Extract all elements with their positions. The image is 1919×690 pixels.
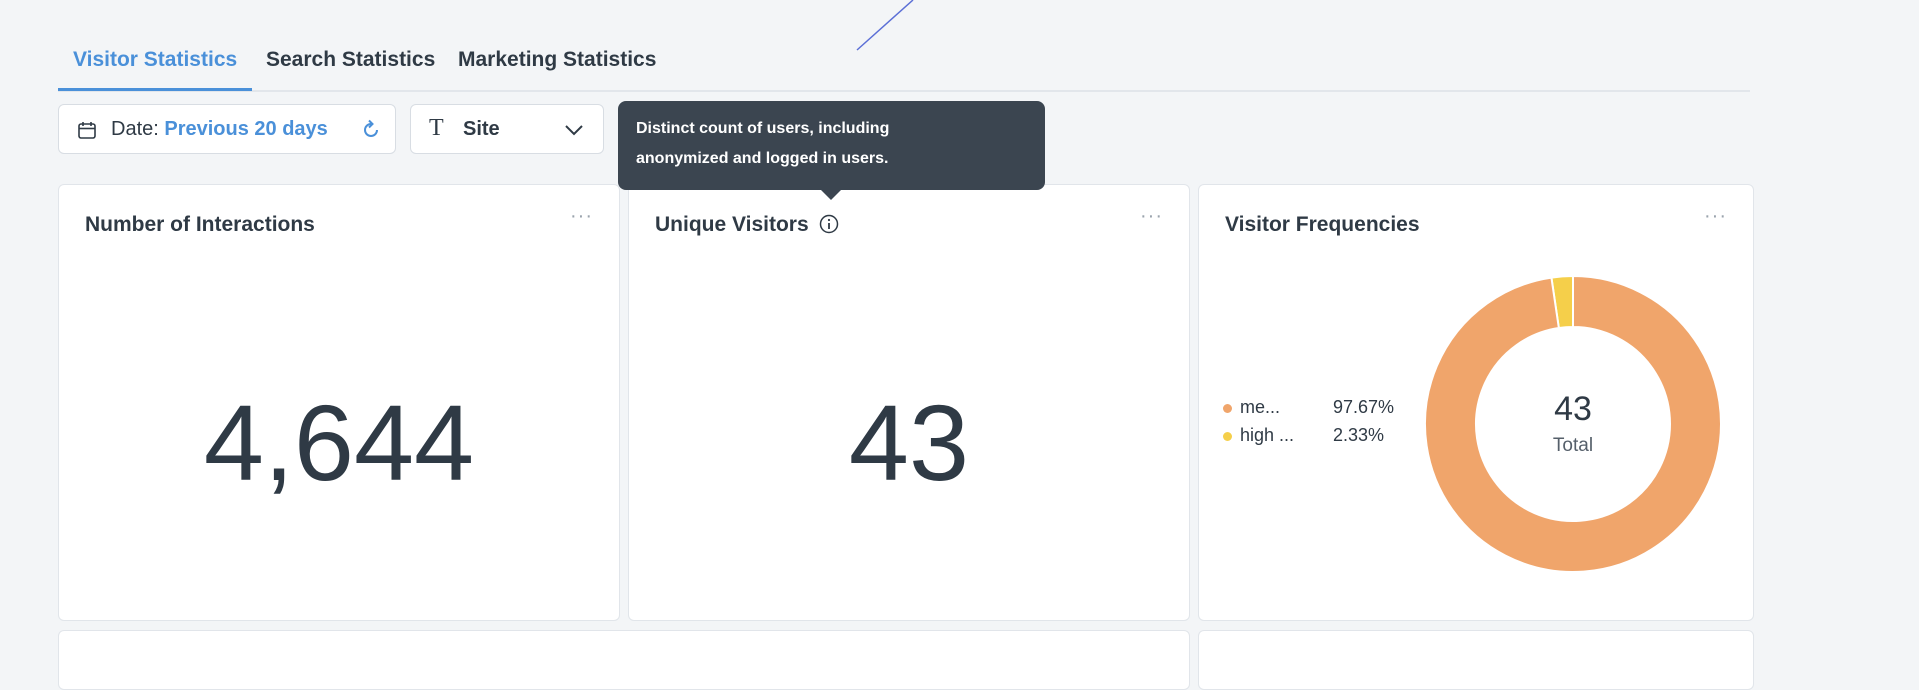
more-options-icon[interactable]: ··· — [1704, 205, 1727, 228]
unique-visitors-title: Unique Visitors — [655, 213, 839, 237]
bottom-card-right — [1198, 630, 1754, 690]
tab-marketing-statistics[interactable]: Marketing Statistics — [458, 48, 656, 72]
text-type-icon: T — [429, 115, 444, 141]
active-tab-indicator — [58, 88, 252, 91]
site-filter[interactable]: T Site — [410, 104, 604, 154]
tab-visitor-statistics[interactable]: Visitor Statistics — [73, 48, 237, 72]
site-filter-label: Site — [463, 118, 500, 140]
interactions-title: Number of Interactions — [85, 213, 315, 236]
interactions-card: Number of Interactions ··· 4,644 — [58, 184, 620, 621]
legend-label: high ... — [1240, 425, 1295, 445]
chevron-down-icon — [565, 125, 583, 136]
tab-search-statistics[interactable]: Search Statistics — [266, 48, 435, 72]
donut-total-value: 43 — [1554, 390, 1592, 428]
unique-visitors-card: Unique Visitors ··· 43 — [628, 184, 1190, 621]
legend-marker — [1223, 431, 1232, 441]
legend-label: me... — [1240, 397, 1281, 417]
more-options-icon[interactable]: ··· — [1140, 205, 1163, 228]
legend-marker — [1223, 403, 1232, 413]
date-filter-value: Previous 20 days — [164, 118, 328, 140]
statistics-tabs: Visitor Statistics Search Statistics Mar… — [58, 30, 1750, 92]
info-icon[interactable] — [819, 214, 839, 234]
legend-item-high: high ... 2.33% — [1223, 425, 1384, 446]
visitor-frequencies-title: Visitor Frequencies — [1225, 213, 1420, 236]
unique-visitors-tooltip: Distinct count of users, including anony… — [618, 101, 1045, 190]
legend-value: 2.33% — [1333, 425, 1385, 445]
legend-value: 97.67% — [1333, 397, 1395, 417]
date-filter-label: Date: — [111, 118, 165, 140]
donut-total-label: Total — [1552, 435, 1594, 456]
refresh-icon[interactable] — [359, 118, 383, 142]
tooltip-line-1: Distinct count of users, including — [636, 120, 890, 137]
more-options-icon[interactable]: ··· — [570, 205, 593, 228]
unique-visitors-title-text: Unique Visitors — [655, 213, 809, 236]
unique-visitors-value: 43 — [848, 382, 970, 503]
calendar-icon — [78, 122, 96, 139]
date-filter[interactable]: Date: Previous 20 days — [58, 104, 396, 154]
legend-item-medium: me... 97.67% — [1223, 397, 1394, 418]
bottom-card-left — [58, 630, 1190, 690]
visitor-frequencies-card: Visitor Frequencies ··· me... 97.67% hig… — [1198, 184, 1754, 621]
tooltip-line-2: anonymized and logged in users. — [636, 150, 889, 167]
interactions-value: 4,644 — [203, 382, 475, 503]
tooltip-arrow — [820, 189, 842, 200]
